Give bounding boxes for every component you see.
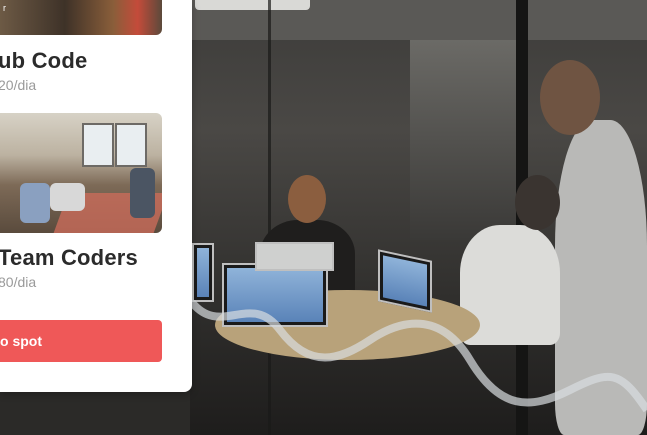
thumbnail-person [20,183,50,223]
space-thumbnail-1[interactable]: r [0,0,162,35]
person-seated-head [288,175,326,223]
thumbnail-1-label: r [3,3,6,13]
book-spot-button-label: o spot [0,333,42,349]
laptop-back [255,242,334,271]
thumbnail-person [50,183,85,211]
back-room-window [410,40,520,240]
person-standing-head [540,60,600,135]
laptop-left [192,243,214,302]
space-price-2: 80/dia [0,274,37,290]
space-price-1: 20/dia [0,77,37,93]
person-back-head [515,175,560,230]
glass-wave-decal [190,300,647,413]
space-thumbnail-2[interactable] [0,113,162,233]
space-title-2[interactable]: Team Coders [0,245,138,271]
thumbnail-chair [130,168,155,218]
thumbnail-window [82,123,114,167]
air-conditioner [195,0,310,10]
thumbnail-window [115,123,147,167]
spaces-card: r ub Code 20/dia Team Coders 80/dia o sp… [0,0,192,392]
book-spot-button[interactable]: o spot [0,320,162,362]
space-title-1[interactable]: ub Code [0,48,87,74]
